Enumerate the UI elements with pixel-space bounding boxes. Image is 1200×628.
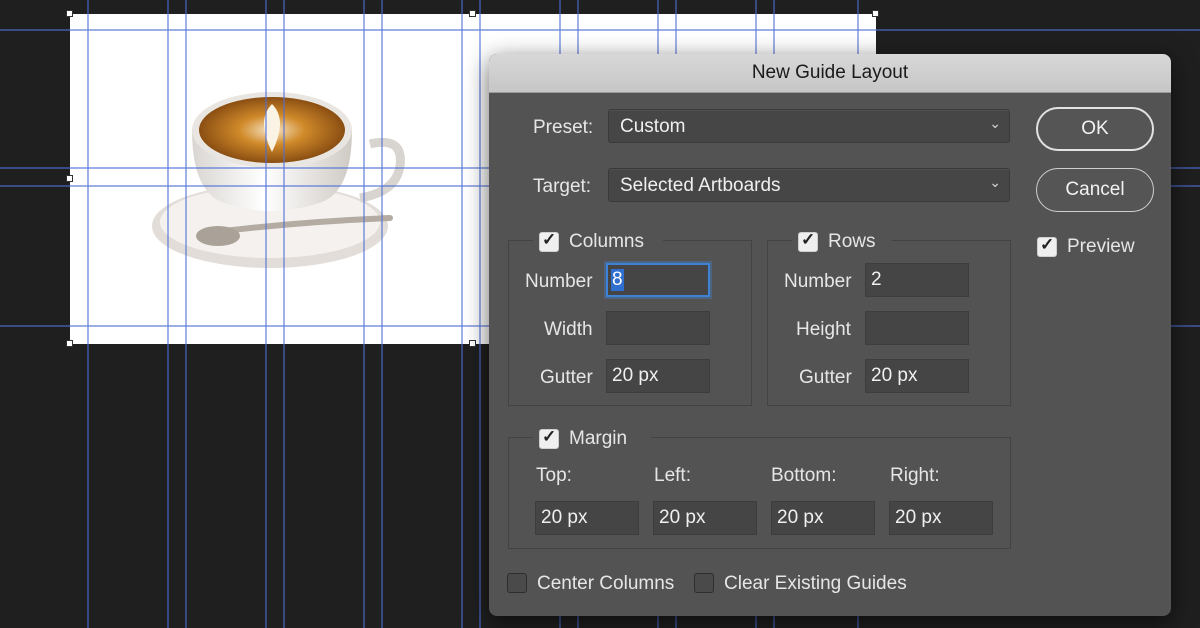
margin-bottom-label: Bottom: [771,465,837,486]
center-columns-checkbox[interactable] [507,573,527,593]
columns-legend: ✓ Columns [533,230,663,254]
rows-checkbox[interactable]: ✓ [798,230,818,252]
checkmark-icon: ✓ [542,230,557,249]
target-dropdown[interactable]: Selected Artboards ⌄ [608,168,1010,202]
columns-gutter-input[interactable]: 20 px [606,359,710,393]
clear-existing-guides-checkbox[interactable] [694,573,714,593]
margin-right-input[interactable]: 20 px [889,501,993,535]
chevron-down-icon: ⌄ [989,174,1001,190]
artboard-handle-middle-left[interactable] [66,175,73,182]
columns-width-input[interactable] [606,311,710,345]
center-columns-label: Center Columns [537,573,675,594]
preset-label: Preset: [533,117,594,138]
columns-gutter-value: 20 px [612,365,659,386]
checkmark-icon: ✓ [1040,235,1055,254]
margin-checkbox[interactable]: ✓ [539,427,559,449]
rows-number-label: Number [784,271,852,292]
preset-value: Custom [620,116,686,137]
margin-left-input[interactable]: 20 px [653,501,757,535]
margin-left-value: 20 px [659,507,706,528]
preset-dropdown[interactable]: Custom ⌄ [608,109,1010,143]
preview-label: Preview [1067,236,1135,257]
rows-height-input[interactable] [865,311,969,345]
artboard-handle-top-left[interactable] [66,10,73,17]
margin-bottom-value: 20 px [777,507,824,528]
margin-left-label: Left: [654,465,691,486]
target-value: Selected Artboards [620,175,781,196]
rows-gutter-input[interactable]: 20 px [865,359,969,393]
rows-gutter-label: Gutter [799,367,852,388]
target-label: Target: [533,176,592,197]
chevron-down-icon: ⌄ [989,115,1001,131]
columns-checkbox[interactable]: ✓ [539,230,559,252]
artboard-handle-bottom-left[interactable] [66,340,73,347]
margin-legend: ✓ Margin [533,427,651,451]
new-guide-layout-dialog: New Guide Layout Preset: Custom ⌄ Target… [489,54,1171,616]
margin-top-label: Top: [536,465,572,486]
rows-label: Rows [828,231,876,252]
columns-number-label: Number [525,271,593,292]
margin-top-input[interactable]: 20 px [535,501,639,535]
checkmark-icon: ✓ [542,427,557,446]
dialog-title: New Guide Layout [489,54,1171,93]
rows-gutter-value: 20 px [871,365,918,386]
rows-number-input[interactable]: 2 [865,263,969,297]
columns-width-label: Width [544,319,593,340]
margin-right-label: Right: [890,465,940,486]
margin-right-value: 20 px [895,507,942,528]
columns-label: Columns [569,231,644,252]
preview-checkbox[interactable]: ✓ [1037,235,1057,257]
margin-label: Margin [569,428,628,449]
clear-existing-guides-label: Clear Existing Guides [724,573,907,594]
artboard-handle-bottom-middle[interactable] [469,340,476,347]
columns-number-input[interactable]: 8 [606,263,710,297]
rows-number-value: 2 [871,269,882,290]
rows-legend: ✓ Rows [792,230,892,254]
checkmark-icon: ✓ [801,230,816,249]
columns-number-value: 8 [611,269,624,291]
margin-bottom-input[interactable]: 20 px [771,501,875,535]
rows-height-label: Height [796,319,851,340]
columns-gutter-label: Gutter [540,367,593,388]
cancel-button[interactable]: Cancel [1036,168,1154,212]
artboard-handle-top-middle[interactable] [469,10,476,17]
ok-button[interactable]: OK [1036,107,1154,151]
margin-top-value: 20 px [541,507,588,528]
artboard-handle-top-right[interactable] [872,10,879,17]
